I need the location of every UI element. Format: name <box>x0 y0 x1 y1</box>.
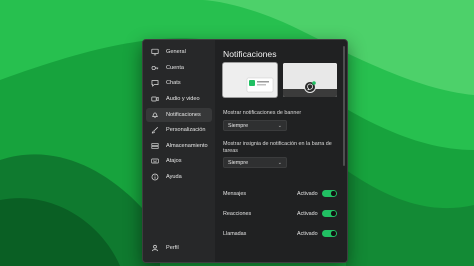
chat-icon <box>150 78 160 88</box>
banner-preview-illustration <box>223 63 277 97</box>
keyboard-icon <box>150 156 160 166</box>
sidebar-item-personalization[interactable]: Personalización <box>146 123 212 137</box>
taskbar-badge-select[interactable]: Siempre ⌄ <box>223 157 287 168</box>
calls-toggle[interactable] <box>322 230 337 237</box>
whatsapp-settings-window: General Cuenta Chats Audio y video Notif… <box>142 39 348 263</box>
page-title: Notificaciones <box>223 49 277 59</box>
select-value: Siempre <box>228 122 249 129</box>
sidebar-item-general[interactable]: General <box>146 45 212 59</box>
reactions-toggle-label: Reacciones <box>223 211 252 217</box>
sidebar-item-chats[interactable]: Chats <box>146 76 212 90</box>
monitor-icon <box>150 47 160 57</box>
storage-icon <box>150 141 160 151</box>
reactions-toggle-status: Activado <box>297 211 318 217</box>
chevron-down-icon: ⌄ <box>277 122 282 129</box>
messages-toggle[interactable] <box>322 190 337 197</box>
sidebar-item-label: Notificaciones <box>166 112 201 118</box>
calls-toggle-status: Activado <box>297 231 318 237</box>
taskbar-badge-label: Mostrar insignia de notificación en la b… <box>223 141 332 154</box>
select-value: Siempre <box>228 159 249 166</box>
sidebar-item-label: Perfil <box>166 245 179 251</box>
settings-sidebar: General Cuenta Chats Audio y video Notif… <box>143 40 215 262</box>
sidebar-item-label: Chats <box>166 80 181 86</box>
sidebar-item-notifications[interactable]: Notificaciones <box>146 108 212 122</box>
brush-icon <box>150 125 160 135</box>
banner-notifications-label: Mostrar notificaciones de banner <box>223 110 302 116</box>
sidebar-item-label: Personalización <box>166 127 206 133</box>
sidebar-item-label: Atajos <box>166 158 182 164</box>
notifications-panel: Notificaciones Mostrar notificaciones de… <box>215 40 347 262</box>
key-icon <box>150 63 160 73</box>
banner-preview-option[interactable] <box>223 63 277 97</box>
sidebar-item-storage[interactable]: Almacenamiento <box>146 139 212 153</box>
sidebar-item-label: Audio y video <box>166 96 200 102</box>
messages-toggle-label: Mensajes <box>223 191 247 197</box>
user-icon <box>150 243 160 253</box>
sidebar-item-profile[interactable]: Perfil <box>146 241 212 255</box>
sidebar-item-label: Ayuda <box>166 174 182 180</box>
sidebar-item-audio-video[interactable]: Audio y video <box>146 92 212 106</box>
chevron-down-icon: ⌄ <box>277 159 282 166</box>
bell-icon <box>150 110 160 120</box>
sidebar-item-label: General <box>166 49 186 55</box>
reactions-toggle[interactable] <box>322 210 337 217</box>
calls-toggle-label: Llamadas <box>223 231 247 237</box>
scrollbar[interactable] <box>343 46 345 166</box>
sidebar-item-label: Cuenta <box>166 65 185 71</box>
sidebar-item-account[interactable]: Cuenta <box>146 61 212 75</box>
video-icon <box>150 94 160 104</box>
sidebar-item-help[interactable]: Ayuda <box>146 170 212 184</box>
banner-notifications-select[interactable]: Siempre ⌄ <box>223 120 287 131</box>
sidebar-item-label: Almacenamiento <box>166 143 208 149</box>
sidebar-item-shortcuts[interactable]: Atajos <box>146 154 212 168</box>
taskbar-preview-option[interactable] <box>283 63 337 97</box>
info-icon <box>150 172 160 182</box>
messages-toggle-status: Activado <box>297 191 318 197</box>
taskbar-preview-illustration <box>283 63 337 97</box>
